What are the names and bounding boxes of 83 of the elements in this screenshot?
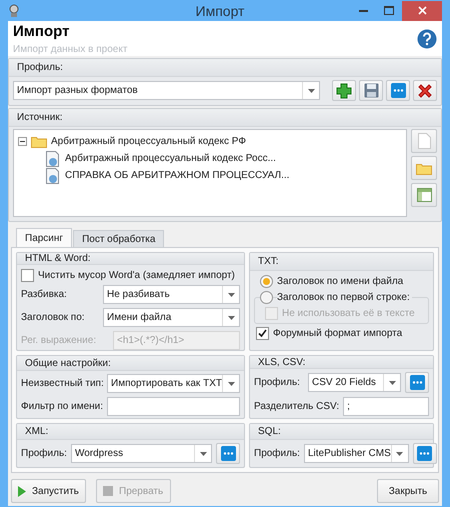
group-title: XLS, CSV: bbox=[258, 356, 306, 368]
csv-profile-dropdown[interactable]: CSV 20 Fields bbox=[308, 373, 401, 392]
dialog-title: Импорт bbox=[13, 23, 70, 40]
run-button[interactable]: Запустить bbox=[11, 479, 86, 503]
dropdown-arrow-icon bbox=[200, 452, 206, 456]
folder-button[interactable] bbox=[411, 156, 437, 180]
window-title: Импорт bbox=[194, 2, 246, 18]
group-title: SQL: bbox=[258, 426, 281, 437]
tree-item[interactable]: Арбитражный процессуальный кодекс РФ bbox=[51, 136, 246, 147]
heading-dropdown[interactable]: Имени файла bbox=[103, 308, 240, 327]
more-button[interactable] bbox=[386, 80, 410, 101]
add-button[interactable] bbox=[332, 80, 356, 101]
more-button[interactable] bbox=[405, 372, 429, 393]
field-label: Неизвестный тип: bbox=[21, 378, 103, 389]
collapse-icon[interactable] bbox=[18, 137, 27, 146]
group-title: Общие настройки: bbox=[25, 358, 111, 368]
field-label: Фильтр по имени: bbox=[21, 401, 103, 412]
table-button[interactable] bbox=[411, 183, 437, 207]
close-button[interactable] bbox=[402, 0, 442, 20]
checkbox-label: Чистить мусор Word'a (замедляет импорт) bbox=[38, 270, 235, 281]
section-label: Источник: bbox=[17, 112, 62, 123]
field-label: Заголовок по: bbox=[21, 312, 86, 323]
close-icon bbox=[417, 82, 433, 98]
xml-profile-dropdown[interactable]: Wordpress bbox=[70, 444, 212, 463]
folder-icon bbox=[416, 162, 432, 174]
document-icon bbox=[46, 150, 61, 166]
radio-label: Заголовок по имени файла bbox=[277, 276, 406, 287]
field-label: Профиль: bbox=[254, 448, 300, 459]
more-button[interactable] bbox=[412, 443, 437, 464]
section-label: Профиль: bbox=[17, 62, 63, 73]
more-icon bbox=[390, 83, 406, 98]
more-icon bbox=[410, 375, 424, 390]
dropdown-arrow-icon bbox=[308, 88, 314, 92]
tree-item[interactable]: СПРАВКА ОБ АРБИТРАЖНОМ ПРОЦЕССУАЛ... bbox=[65, 170, 290, 181]
field-label: Рег. выражение: bbox=[21, 335, 98, 346]
plus-icon bbox=[336, 82, 352, 98]
save-button[interactable] bbox=[359, 80, 383, 101]
maximize-icon bbox=[384, 6, 394, 15]
separator-field[interactable]: ; bbox=[343, 397, 429, 416]
play-icon bbox=[18, 486, 26, 496]
checkbox-label: Форумный формат импорта bbox=[273, 328, 402, 339]
tab[interactable]: Пост обработка bbox=[73, 230, 164, 247]
table-icon bbox=[416, 188, 432, 202]
checkbox[interactable] bbox=[256, 327, 269, 340]
split-dropdown[interactable]: Не разбивать bbox=[103, 285, 240, 304]
app-icon bbox=[8, 4, 20, 18]
minimize-icon bbox=[358, 10, 368, 12]
dropdown-arrow-icon bbox=[228, 292, 234, 296]
type-dropdown[interactable]: Импортировать как TXT bbox=[107, 374, 240, 393]
tree-item[interactable]: Арбитражный процессуальный кодекс Росс... bbox=[65, 153, 276, 164]
document-icon bbox=[46, 168, 61, 184]
dropdown-arrow-icon bbox=[228, 316, 234, 320]
field-label: Разбивка: bbox=[21, 289, 68, 300]
dropdown-arrow-icon bbox=[396, 452, 404, 456]
checkbox-label: Не использовать её в тексте bbox=[282, 308, 415, 319]
radio-button[interactable] bbox=[260, 275, 273, 288]
stop-icon bbox=[103, 486, 113, 496]
tab[interactable]: Парсинг bbox=[16, 228, 72, 247]
field-label: Профиль: bbox=[21, 448, 67, 459]
sql-profile-dropdown[interactable]: LitePublisher CMS bbox=[304, 444, 409, 463]
close-icon bbox=[418, 6, 426, 15]
more-button[interactable] bbox=[216, 443, 240, 464]
delete-button[interactable] bbox=[413, 80, 437, 101]
dialog-subtitle: Импорт данных в проект bbox=[13, 44, 128, 55]
group-title: HTML & Word: bbox=[25, 253, 91, 264]
folder-icon bbox=[31, 135, 47, 148]
profile-dropdown[interactable]: Импорт разных форматов bbox=[13, 81, 320, 100]
blank-page-icon bbox=[418, 133, 430, 149]
radio-button[interactable] bbox=[260, 291, 273, 304]
filter-field[interactable] bbox=[107, 397, 240, 416]
more-icon bbox=[220, 446, 236, 461]
field-label: Профиль: bbox=[254, 377, 301, 388]
radio-label: Заголовок по первой строке: bbox=[277, 292, 412, 303]
dropdown-arrow-icon bbox=[388, 380, 396, 384]
help-icon[interactable] bbox=[417, 29, 437, 49]
group-title: TXT: bbox=[258, 256, 279, 267]
field-label: Разделитель CSV: bbox=[254, 401, 340, 412]
group-title: XML: bbox=[25, 426, 48, 437]
checkmark-icon bbox=[258, 329, 267, 338]
checkbox[interactable] bbox=[21, 269, 34, 282]
close-button[interactable]: Закрыть bbox=[377, 479, 439, 503]
more-icon bbox=[417, 446, 432, 461]
dropdown-arrow-icon bbox=[228, 382, 234, 386]
